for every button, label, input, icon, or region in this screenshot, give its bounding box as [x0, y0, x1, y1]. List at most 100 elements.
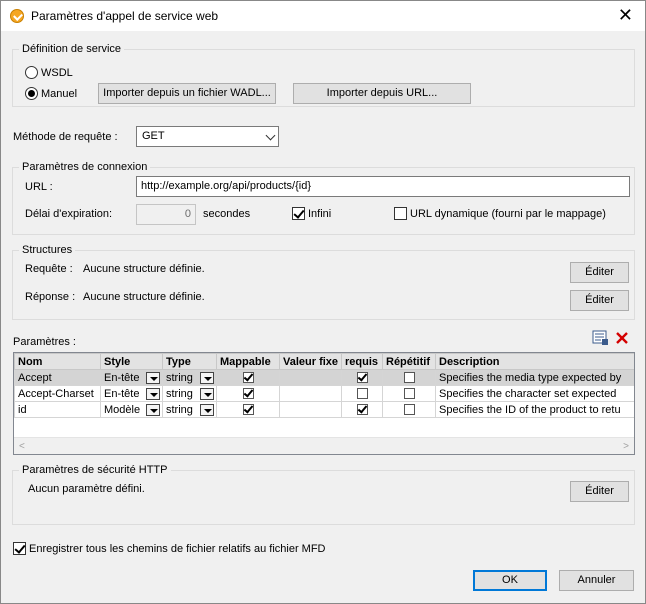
param-style-cell[interactable]: Modèle [100, 401, 163, 418]
param-required-cell [341, 401, 383, 418]
column-header[interactable]: Style [100, 353, 163, 370]
wsdl-label: WSDL [41, 67, 73, 79]
dynamic-url-checkbox[interactable] [394, 207, 407, 220]
column-header[interactable]: Valeur fixe [279, 353, 342, 370]
param-required-cell [341, 385, 383, 402]
mappable-checkbox[interactable] [242, 372, 254, 384]
structures-group: Structures [12, 244, 635, 320]
required-checkbox[interactable] [356, 404, 368, 416]
add-parameter-icon[interactable] [592, 330, 609, 346]
param-style-value: En-tête [104, 387, 140, 400]
structures-legend: Structures [19, 244, 76, 256]
window-title: Paramètres d'appel de service web [31, 9, 219, 23]
column-header[interactable]: Mappable [216, 353, 280, 370]
param-style-cell[interactable]: En-tête [100, 369, 163, 386]
edit-security-button[interactable]: Éditer [570, 481, 629, 502]
app-logo-icon [10, 9, 24, 23]
param-repeating-cell [382, 401, 436, 418]
dropdown-arrow-icon[interactable] [200, 404, 214, 416]
dropdown-arrow-icon[interactable] [146, 372, 160, 384]
method-label: Méthode de requête : [13, 131, 118, 143]
column-header[interactable]: Type [162, 353, 217, 370]
parameters-table[interactable]: Nom Style Type Mappable Valeur fixe requ… [13, 352, 635, 455]
param-style-value: En-tête [104, 371, 140, 384]
column-header[interactable]: Nom [14, 353, 101, 370]
delete-parameter-icon[interactable] [615, 331, 629, 345]
required-checkbox[interactable] [356, 372, 368, 384]
param-name-cell[interactable]: Accept-Charset [14, 385, 101, 402]
edit-response-button[interactable]: Éditer [570, 290, 629, 311]
response-value: Aucune structure définie. [83, 291, 205, 303]
param-type-cell[interactable]: string [162, 385, 217, 402]
title-bar: Paramètres d'appel de service web ✕ [1, 1, 645, 31]
scroll-left-icon[interactable]: < [19, 441, 25, 452]
method-value: GET [142, 130, 165, 142]
manual-radio[interactable] [25, 87, 38, 100]
required-checkbox[interactable] [356, 388, 368, 400]
security-value: Aucun paramètre défini. [28, 483, 145, 495]
close-icon[interactable]: ✕ [618, 5, 633, 25]
param-type-cell[interactable]: string [162, 401, 217, 418]
connection-legend: Paramètres de connexion [19, 161, 151, 173]
response-label: Réponse : [25, 291, 76, 303]
cancel-button[interactable]: Annuler [559, 570, 634, 591]
wsdl-radio[interactable] [25, 66, 38, 79]
param-name-cell[interactable]: Accept [14, 369, 101, 386]
edit-request-button[interactable]: Éditer [570, 262, 629, 283]
repeating-checkbox[interactable] [403, 388, 415, 400]
param-type-value: string [166, 387, 193, 400]
infinite-label: Infini [308, 208, 332, 220]
param-fixed-cell[interactable] [279, 401, 342, 418]
import-wadl-button[interactable]: Importer depuis un fichier WADL... [98, 83, 276, 104]
repeating-checkbox[interactable] [403, 404, 415, 416]
column-header[interactable]: Répétitif [382, 353, 436, 370]
column-header[interactable]: Description [435, 353, 634, 370]
param-description-cell[interactable]: Specifies the character set expected [435, 385, 634, 402]
param-description-cell[interactable]: Specifies the ID of the product to retu [435, 401, 634, 418]
dropdown-arrow-icon[interactable] [200, 372, 214, 384]
repeating-checkbox[interactable] [403, 372, 415, 384]
dynamic-url-label: URL dynamique (fourni par le mappage) [410, 208, 606, 220]
dropdown-arrow-icon[interactable] [146, 388, 160, 400]
param-description-cell[interactable]: Specifies the media type expected by [435, 369, 634, 386]
param-fixed-cell[interactable] [279, 369, 342, 386]
param-fixed-cell[interactable] [279, 385, 342, 402]
param-style-value: Modèle [104, 403, 141, 416]
table-header-row: Nom Style Type Mappable Valeur fixe requ… [14, 353, 634, 370]
timeout-input[interactable]: 0 [136, 204, 196, 225]
infinite-checkbox[interactable] [292, 207, 305, 220]
scroll-right-icon[interactable]: > [623, 441, 629, 452]
param-type-value: string [166, 371, 193, 384]
save-relative-checkbox[interactable] [13, 542, 26, 555]
manual-label: Manuel [41, 88, 78, 100]
param-name-cell[interactable]: id [14, 401, 101, 418]
dialog-window: Paramètres d'appel de service web ✕ Défi… [0, 0, 646, 604]
horizontal-scrollbar[interactable]: < > [14, 437, 634, 454]
dropdown-arrow-icon[interactable] [146, 404, 160, 416]
mappable-checkbox[interactable] [242, 404, 254, 416]
timeout-unit: secondes [203, 208, 251, 220]
param-mappable-cell [216, 369, 280, 386]
request-value: Aucune structure définie. [83, 263, 205, 275]
method-select[interactable]: GET [136, 126, 279, 147]
param-style-cell[interactable]: En-tête [100, 385, 163, 402]
service-definition-legend: Définition de service [19, 43, 125, 55]
table-row[interactable]: Accept En-tête string Specifies the medi… [14, 369, 634, 386]
table-row[interactable]: id Modèle string Specifies the ID of the… [14, 401, 634, 418]
param-required-cell [341, 369, 383, 386]
import-url-button[interactable]: Importer depuis URL... [293, 83, 471, 104]
param-mappable-cell [216, 401, 280, 418]
table-row[interactable]: Accept-Charset En-tête string Specifies … [14, 385, 634, 402]
chevron-down-icon [265, 130, 276, 141]
param-type-value: string [166, 403, 193, 416]
save-relative-label: Enregistrer tous les chemins de fichier … [29, 543, 326, 555]
ok-button[interactable]: OK [473, 570, 547, 591]
column-header[interactable]: requis [341, 353, 383, 370]
url-input[interactable]: http://example.org/api/products/{id} [136, 176, 630, 197]
timeout-label: Délai d'expiration: [25, 208, 113, 220]
param-repeating-cell [382, 385, 436, 402]
security-legend: Paramètres de sécurité HTTP [19, 464, 171, 476]
dropdown-arrow-icon[interactable] [200, 388, 214, 400]
mappable-checkbox[interactable] [242, 388, 254, 400]
param-type-cell[interactable]: string [162, 369, 217, 386]
